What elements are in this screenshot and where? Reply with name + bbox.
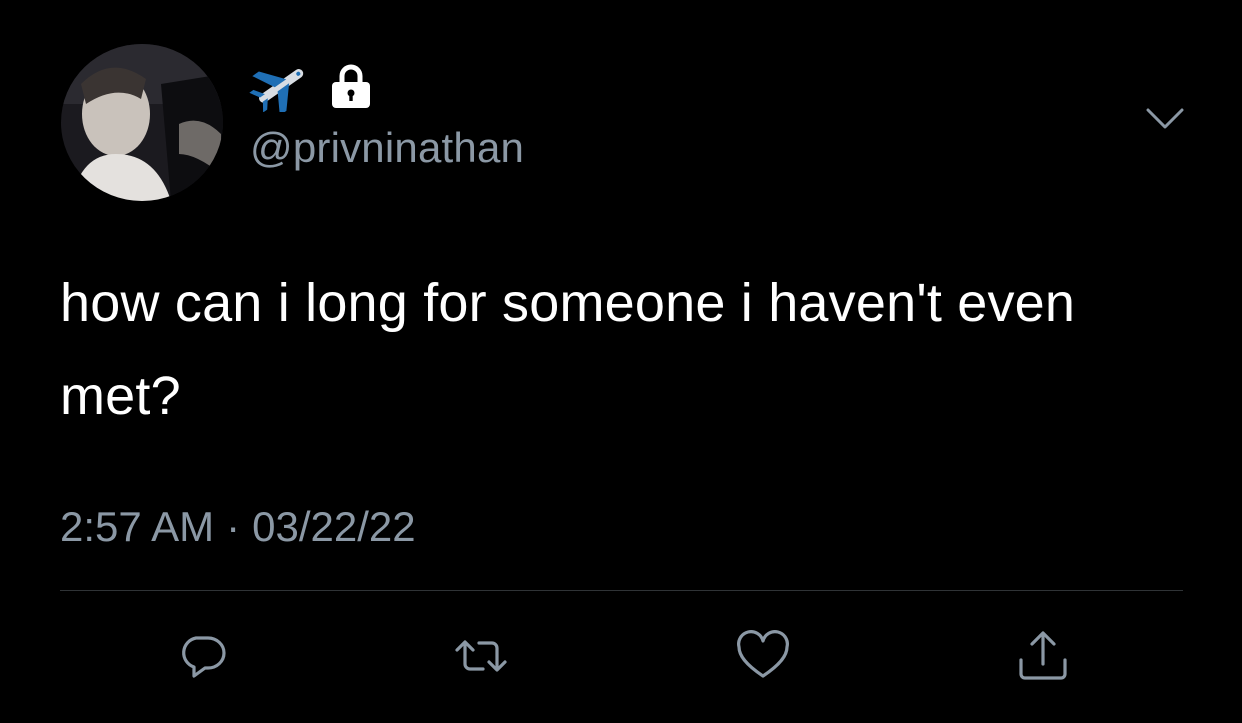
display-name bbox=[249, 60, 375, 112]
share-button[interactable] bbox=[1013, 626, 1073, 686]
tweet-text: how can i long for someone i haven't eve… bbox=[60, 273, 1076, 426]
heart-icon bbox=[737, 630, 789, 678]
retweet-icon bbox=[455, 640, 507, 672]
tweet-time: 2:57 AM bbox=[60, 503, 215, 550]
retweet-button[interactable] bbox=[451, 626, 511, 686]
chevron-down-icon[interactable] bbox=[1145, 106, 1185, 132]
avatar[interactable] bbox=[61, 44, 223, 201]
tweet-timestamp[interactable]: 2:57 AM · 03/22/22 bbox=[60, 503, 416, 551]
divider bbox=[60, 590, 1183, 591]
timestamp-separator: · bbox=[226, 503, 241, 550]
lock-icon bbox=[332, 64, 370, 108]
airplane-icon bbox=[249, 69, 304, 112]
reply-icon bbox=[182, 636, 226, 678]
reply-button[interactable] bbox=[172, 626, 232, 686]
like-button[interactable] bbox=[733, 626, 793, 686]
user-handle[interactable]: @privninathan bbox=[250, 124, 524, 172]
share-icon bbox=[1019, 631, 1067, 680]
tweet-date: 03/22/22 bbox=[252, 503, 416, 550]
